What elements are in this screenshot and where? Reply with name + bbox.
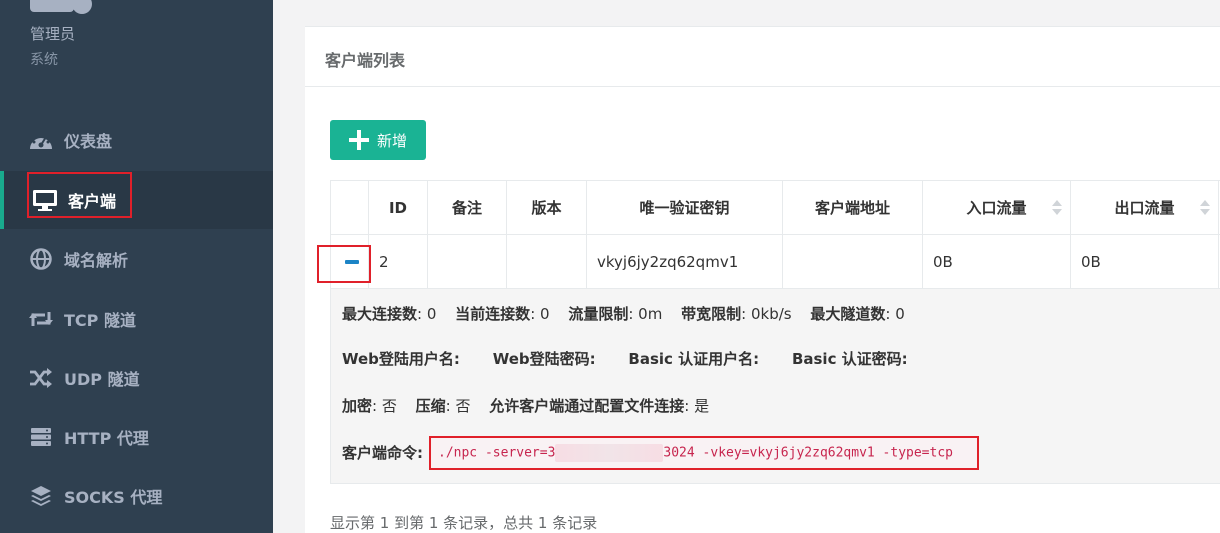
add-button-label: 新增 [377,131,408,150]
sidebar-item-label: TCP 隧道 [64,311,136,330]
redacted-address [555,444,664,462]
column-header-in-flow[interactable]: 入口流量 [923,181,1071,234]
minus-icon [344,259,359,264]
sidebar-item-label: SOCKS 代理 [64,488,163,507]
sidebar-item-socks[interactable]: SOCKS 代理 [0,467,273,525]
client-command[interactable]: ./npc -server=3 3024 -vkey=vkyj6jy2zq62qm… [429,436,979,470]
sidebar-item-domains[interactable]: 域名解析 [0,230,273,288]
desktop-icon [32,187,58,213]
table-row[interactable]: 2 vkyj6jy2zq62qmv1 0B 0B [317,235,1220,289]
sidebar-item-label: 域名解析 [64,251,129,270]
sidebar-item-label: UDP 隧道 [64,370,140,389]
add-client-button[interactable]: 新增 [330,120,426,160]
retweet-icon [28,306,54,332]
sidebar-item-dashboard[interactable]: 仪表盘 [0,111,273,169]
client-list-panel: 客户端列表 新增 ID 备注 版本 唯一验证密钥 客户端地址 入口流量 出口流量… [305,26,1220,533]
globe-icon [28,246,54,272]
plus-icon [349,130,369,150]
column-header-vkey[interactable]: 唯一验证密钥 [587,181,783,234]
sidebar-item-udp[interactable]: UDP 隧道 [0,349,273,407]
cell-id: 2 [369,235,428,288]
profile-name: 管理员 [30,25,76,43]
sort-icon [1052,200,1062,216]
profile-role: 系统 [30,52,58,68]
cell-version [507,235,587,288]
detail-limits-line: 最大连接数: 0 当前连接数: 0 流量限制: 0m 带宽限制: 0kb/s 最… [342,305,905,323]
client-detail: 最大连接数: 0 当前连接数: 0 流量限制: 0m 带宽限制: 0kb/s 最… [330,289,1220,484]
random-icon [28,365,54,391]
sidebar-item-label: HTTP 代理 [64,429,149,448]
layers-icon [28,483,54,509]
column-header-version[interactable]: 版本 [507,181,587,234]
cell-vkey: vkyj6jy2zq62qmv1 [587,235,783,288]
panel-header: 客户端列表 [305,27,1220,87]
sort-icon [1200,200,1210,216]
sidebar-item-tcp[interactable]: TCP 隧道 [0,290,273,348]
detail-auth-line: Web登陆用户名: Web登陆密码: Basic 认证用户名: Basic 认证… [342,350,908,368]
client-table: ID 备注 版本 唯一验证密钥 客户端地址 入口流量 出口流量 2 vkyj6j… [317,180,1220,484]
detail-options-line: 加密: 否 压缩: 否 允许客户端通过配置文件连接: 是 [342,397,710,415]
table-header: ID 备注 版本 唯一验证密钥 客户端地址 入口流量 出口流量 [330,180,1220,235]
cell-remark [428,235,507,288]
dashboard-icon [28,127,54,153]
cell-out-flow: 0B [1071,235,1219,288]
detail-command-label: 客户端命令: [342,444,423,462]
column-header-id[interactable]: ID [369,181,428,234]
panel-title: 客户端列表 [325,51,406,70]
profile-avatar [30,0,96,14]
expand-column-header [330,181,369,234]
collapse-toggle[interactable] [330,235,369,288]
sidebar-item-clients[interactable]: 客户端 [0,171,273,229]
sidebar-item-label: 仪表盘 [64,132,113,151]
column-header-address[interactable]: 客户端地址 [783,181,923,234]
sidebar-item-label: 客户端 [68,192,117,211]
sidebar-item-http[interactable]: HTTP 代理 [0,408,273,466]
pagination-summary: 显示第 1 到第 1 条记录，总共 1 条记录 [330,514,598,532]
cell-address [783,235,923,288]
cell-in-flow: 0B [923,235,1071,288]
column-header-remark[interactable]: 备注 [428,181,507,234]
column-header-out-flow[interactable]: 出口流量 [1071,181,1219,234]
server-icon [28,424,54,450]
sidebar: 管理员 系统 仪表盘 客户端 域名解析 TCP 隧道 UDP 隧道 HTTP 代… [0,0,273,533]
